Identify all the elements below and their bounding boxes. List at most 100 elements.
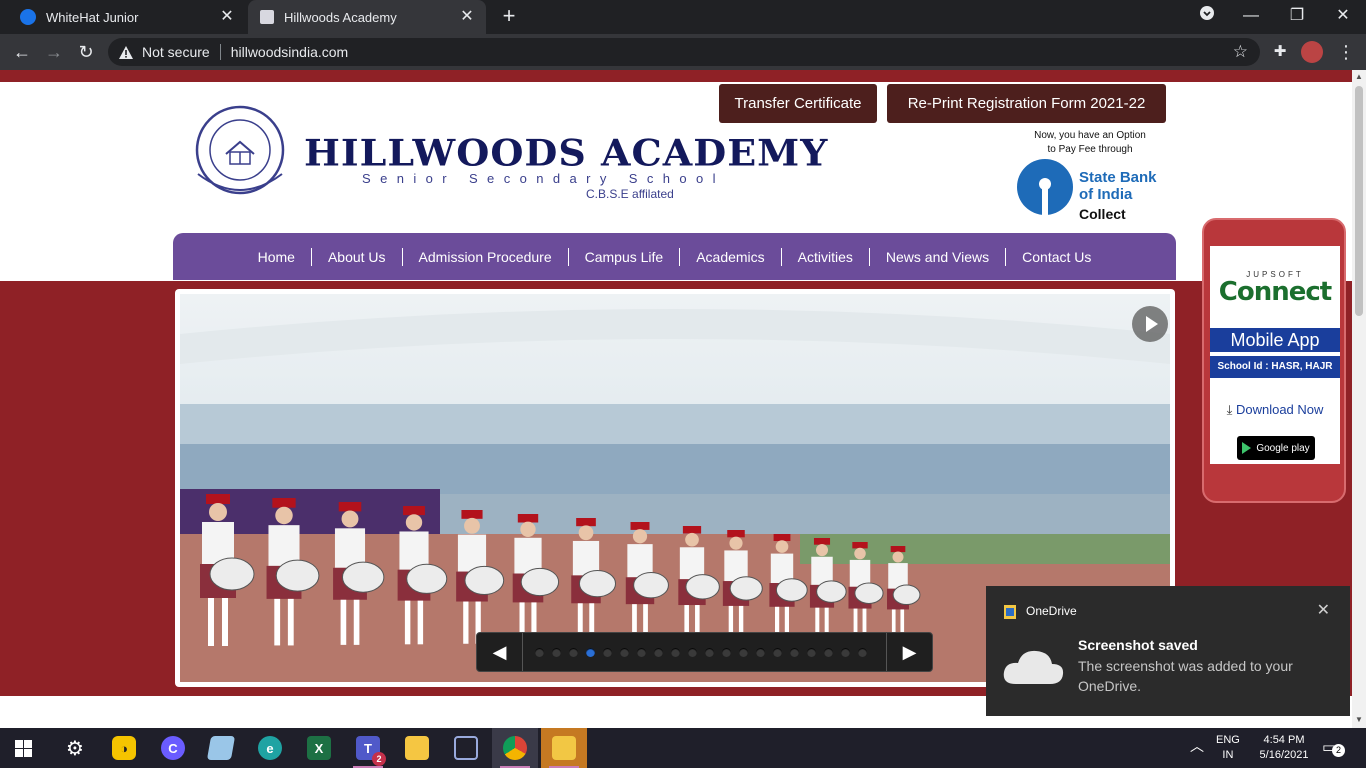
cortana-icon[interactable]: C xyxy=(150,728,196,768)
scroll-thumb[interactable] xyxy=(1355,86,1363,316)
slider-dot[interactable] xyxy=(688,648,697,657)
main-navigation: Home About Us Admission Procedure Campus… xyxy=(173,233,1176,280)
slider-dot[interactable] xyxy=(569,648,578,657)
onedrive-app-icon xyxy=(1004,605,1016,619)
tab-title: Hillwoods Academy xyxy=(284,9,397,25)
minimize-button[interactable]: — xyxy=(1236,4,1266,28)
slider-dot[interactable] xyxy=(790,648,799,657)
close-tab-icon[interactable]: ✕ xyxy=(218,8,236,26)
warning-icon[interactable] xyxy=(118,44,134,60)
top-maroon-strip xyxy=(0,70,1352,82)
nav-item-activities[interactable]: Activities xyxy=(782,247,870,266)
sbi-logo-icon[interactable] xyxy=(1016,158,1074,216)
new-tab-button[interactable]: + xyxy=(498,5,520,28)
onedrive-notification[interactable]: OneDrive ✕ Screenshot saved The screensh… xyxy=(986,586,1350,716)
start-button[interactable] xyxy=(0,728,46,768)
nav-item-contact-us[interactable]: Contact Us xyxy=(1006,248,1107,266)
slider-dot[interactable] xyxy=(535,648,544,657)
school-id-text: School Id : HASR, HAJR xyxy=(1210,356,1340,378)
page-scrollbar[interactable]: ▲ ▼ xyxy=(1352,70,1366,728)
slider-dot[interactable] xyxy=(552,648,561,657)
tab-whitehat-junior[interactable]: WhiteHat Junior ✕ xyxy=(0,0,246,34)
sbi-note-line2: to Pay Fee through xyxy=(1047,144,1133,155)
nav-item-academics[interactable]: Academics xyxy=(680,247,782,266)
bookmark-star-icon[interactable]: ☆ xyxy=(1233,42,1248,62)
mobile-app-title: Mobile App xyxy=(1210,328,1340,352)
extensions-puzzle-icon[interactable]: ✚ xyxy=(1268,40,1292,64)
reprint-registration-button[interactable]: Re-Print Registration Form 2021-22 xyxy=(887,84,1166,123)
back-icon[interactable]: ← xyxy=(10,40,34,64)
teams-badge: 2 xyxy=(372,752,386,766)
maximize-button[interactable]: ❐ xyxy=(1282,4,1312,28)
close-tab-icon[interactable]: ✕ xyxy=(458,8,476,26)
teams-icon[interactable]: T 2 xyxy=(345,728,391,768)
chrome-taskbar-icon[interactable] xyxy=(492,728,538,768)
school-logo[interactable] xyxy=(190,104,290,200)
toast-body: The screenshot was added to your OneDriv… xyxy=(1078,658,1293,694)
input-language[interactable]: ENG IN xyxy=(1216,733,1240,763)
nav-item-admission-procedure[interactable]: Admission Procedure xyxy=(403,247,569,266)
snipping-tool-icon[interactable] xyxy=(443,728,489,768)
tray-chevron-up-icon[interactable]: ︿ xyxy=(1190,736,1204,756)
slider-dot[interactable] xyxy=(807,648,816,657)
slider-dot[interactable] xyxy=(739,648,748,657)
slider-dot[interactable] xyxy=(671,648,680,657)
chrome-menu-icon[interactable]: ⋮ xyxy=(1334,40,1358,64)
slider-dot[interactable] xyxy=(586,648,595,657)
play-icon[interactable] xyxy=(1132,306,1168,342)
hillwoods-favicon-icon xyxy=(260,10,274,24)
previous-slide-button[interactable]: ◀ xyxy=(477,633,523,671)
sbi-name[interactable]: State Bank of India xyxy=(1079,169,1157,203)
onedrive-taskbar-icon[interactable] xyxy=(541,728,587,768)
whitehat-favicon-icon xyxy=(20,9,36,25)
slider-dot[interactable] xyxy=(858,648,867,657)
excel-icon[interactable]: X xyxy=(296,728,342,768)
mobile-app-widget: JUPSOFT Connect Mobile App School Id : H… xyxy=(1202,218,1346,503)
clock[interactable]: 4:54 PM 5/16/2021 xyxy=(1254,733,1314,763)
url-text[interactable]: hillwoodsindia.com xyxy=(231,44,349,60)
close-window-button[interactable]: ✕ xyxy=(1328,4,1358,28)
download-now-link[interactable]: ⤓ Download Now xyxy=(1210,402,1340,418)
forward-icon[interactable]: → xyxy=(42,40,66,64)
action-center-icon[interactable]: ▭ 2 xyxy=(1322,738,1345,758)
toast-title: Screenshot saved xyxy=(1078,637,1198,653)
nav-item-about-us[interactable]: About Us xyxy=(312,247,403,266)
sbi-name-line1: State Bank xyxy=(1079,169,1157,186)
edge-browser-icon[interactable]: e xyxy=(247,728,293,768)
jupsoft-connect-logo[interactable]: JUPSOFT Connect xyxy=(1216,270,1334,305)
nav-item-news-and-views[interactable]: News and Views xyxy=(870,247,1007,266)
scroll-down-icon[interactable]: ▼ xyxy=(1355,716,1363,724)
google-play-badge[interactable]: Google play xyxy=(1237,436,1315,460)
slider-dot[interactable] xyxy=(824,648,833,657)
slider-dot[interactable] xyxy=(637,648,646,657)
slider-dot[interactable] xyxy=(722,648,731,657)
toast-close-icon[interactable]: ✕ xyxy=(1317,600,1330,620)
sbi-name-line2: of India xyxy=(1079,186,1133,203)
slider-dot[interactable] xyxy=(654,648,663,657)
security-label[interactable]: Not secure xyxy=(142,44,210,60)
clock-date: 5/16/2021 xyxy=(1259,749,1309,761)
app-yellow-icon[interactable]: ◑ xyxy=(101,728,147,768)
slider-dot[interactable] xyxy=(756,648,765,657)
settings-gear-icon[interactable]: ⚙ xyxy=(52,728,98,768)
tab-search-icon[interactable] xyxy=(1192,4,1222,28)
tab-hillwoods-academy[interactable]: Hillwoods Academy ✕ xyxy=(248,0,486,34)
notes-app-icon[interactable] xyxy=(198,728,244,768)
sbi-fee-note: Now, you have an Option to Pay Fee throu… xyxy=(1015,129,1165,157)
file-explorer-icon[interactable] xyxy=(394,728,440,768)
scroll-up-icon[interactable]: ▲ xyxy=(1355,73,1363,81)
nav-item-home[interactable]: Home xyxy=(242,247,312,266)
profile-avatar[interactable] xyxy=(1300,40,1324,64)
sbi-collect-label[interactable]: Collect xyxy=(1079,206,1126,222)
address-bar[interactable]: Not secure hillwoodsindia.com ☆ xyxy=(108,38,1260,66)
reload-icon[interactable]: ↻ xyxy=(74,40,98,64)
next-slide-button[interactable]: ▶ xyxy=(886,633,932,671)
slider-dot[interactable] xyxy=(841,648,850,657)
windows-taskbar: ⚙ ◑ C e X T 2 ︿ ENG IN 4:54 PM 5/16/2021… xyxy=(0,728,1366,768)
slider-dot[interactable] xyxy=(620,648,629,657)
nav-item-campus-life[interactable]: Campus Life xyxy=(569,247,681,266)
transfer-certificate-button[interactable]: Transfer Certificate xyxy=(719,84,877,123)
slider-dot[interactable] xyxy=(603,648,612,657)
slider-dot[interactable] xyxy=(705,648,714,657)
slider-dot[interactable] xyxy=(773,648,782,657)
